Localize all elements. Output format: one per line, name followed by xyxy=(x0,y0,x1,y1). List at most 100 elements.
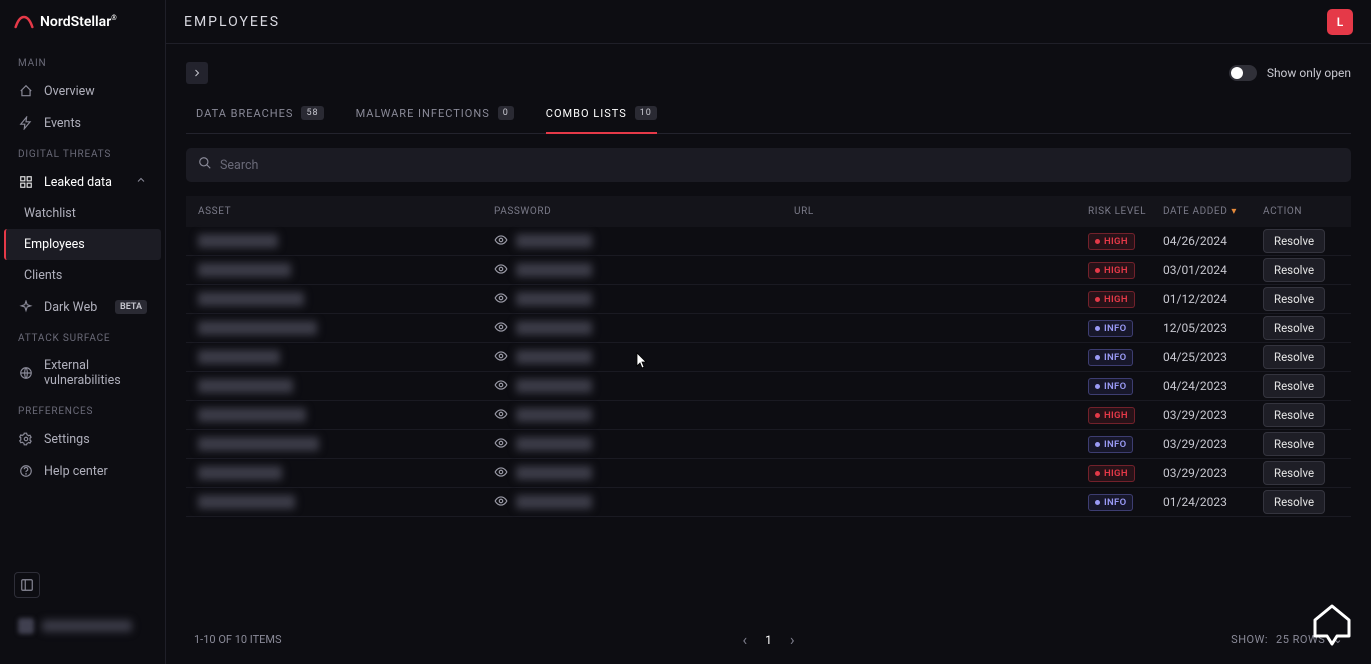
risk-badge: HIGH xyxy=(1088,291,1135,308)
tab-count: 10 xyxy=(635,106,657,120)
topbar: EMPLOYEES L xyxy=(166,0,1371,44)
date-cell: 03/29/2023 xyxy=(1163,408,1263,422)
table-row[interactable]: INFO04/24/2023Resolve xyxy=(186,372,1351,401)
brand-icon xyxy=(14,15,34,29)
section-attack: ATTACK SURFACE xyxy=(0,323,165,350)
sparkle-icon xyxy=(18,299,34,315)
asset-redacted xyxy=(198,466,282,480)
eye-icon[interactable] xyxy=(494,320,508,337)
avatar-button[interactable]: L xyxy=(1327,9,1353,35)
date-cell: 12/05/2023 xyxy=(1163,321,1263,335)
table-row[interactable]: INFO12/05/2023Resolve xyxy=(186,314,1351,343)
eye-icon[interactable] xyxy=(494,349,508,366)
table-row[interactable]: INFO04/25/2023Resolve xyxy=(186,343,1351,372)
nav-label: Events xyxy=(44,116,81,131)
tab-combo-lists[interactable]: COMBO LISTS10 xyxy=(546,106,657,134)
tab-count: 0 xyxy=(498,106,514,120)
col-date[interactable]: DATE ADDED ▾ xyxy=(1163,206,1263,217)
resolve-button[interactable]: Resolve xyxy=(1263,490,1325,514)
table-row[interactable]: HIGH03/01/2024Resolve xyxy=(186,256,1351,285)
resolve-button[interactable]: Resolve xyxy=(1263,229,1325,253)
resolve-button[interactable]: Resolve xyxy=(1263,316,1325,340)
sidebar-item-external-vuln[interactable]: External vulnerabilities xyxy=(0,350,165,396)
col-url[interactable]: URL xyxy=(794,206,1088,217)
user-chip[interactable] xyxy=(14,612,151,640)
search-bar[interactable] xyxy=(186,148,1351,182)
risk-badge: INFO xyxy=(1088,349,1133,366)
risk-badge: HIGH xyxy=(1088,465,1135,482)
globe-icon xyxy=(18,365,34,381)
lightning-icon xyxy=(18,115,34,131)
eye-icon[interactable] xyxy=(494,262,508,279)
expand-filter-button[interactable] xyxy=(186,62,208,84)
tab-malware-infections[interactable]: MALWARE INFECTIONS0 xyxy=(356,106,514,134)
resolve-button[interactable]: Resolve xyxy=(1263,258,1325,282)
eye-icon[interactable] xyxy=(494,233,508,250)
home-icon xyxy=(18,83,34,99)
tab-data-breaches[interactable]: DATA BREACHES58 xyxy=(196,106,324,134)
sidebar-item-clients[interactable]: Clients xyxy=(0,260,165,291)
next-page-button[interactable]: › xyxy=(790,630,795,649)
resolve-button[interactable]: Resolve xyxy=(1263,432,1325,456)
table-row[interactable]: HIGH 03/29/2023Resolve xyxy=(186,401,1351,430)
asset-redacted xyxy=(198,350,280,364)
sidebar-item-settings[interactable]: Settings xyxy=(0,423,165,455)
user-name-redacted xyxy=(42,620,132,632)
search-icon xyxy=(198,156,212,174)
date-cell: 03/29/2023 xyxy=(1163,437,1263,451)
nav-label: Clients xyxy=(24,268,62,283)
sidebar-item-dark-web[interactable]: Dark Web BETA xyxy=(0,291,165,323)
col-risk[interactable]: RISK LEVEL xyxy=(1088,206,1163,217)
resolve-button[interactable]: Resolve xyxy=(1263,287,1325,311)
password-redacted xyxy=(516,321,592,335)
pagination-summary: 1-10 OF 10 ITEMS xyxy=(194,633,282,646)
resolve-button[interactable]: Resolve xyxy=(1263,461,1325,485)
table-row[interactable]: INFO 03/29/2023Resolve xyxy=(186,430,1351,459)
page-title: EMPLOYEES xyxy=(184,14,280,30)
chat-widget-button[interactable] xyxy=(1305,598,1359,652)
search-input[interactable] xyxy=(220,158,1339,173)
col-password[interactable]: PASSWORD xyxy=(494,206,794,217)
password-redacted xyxy=(516,379,592,393)
risk-badge: HIGH xyxy=(1088,233,1135,250)
table-row[interactable]: HIGH04/26/2024Resolve xyxy=(186,227,1351,256)
asset-redacted xyxy=(198,408,306,422)
col-asset[interactable]: ASSET xyxy=(194,206,494,217)
eye-icon[interactable] xyxy=(494,494,508,511)
table-row[interactable]: HIGH03/29/2023Resolve xyxy=(186,459,1351,488)
eye-icon[interactable] xyxy=(494,407,508,424)
sidebar-item-watchlist[interactable]: Watchlist xyxy=(0,198,165,229)
tab-label: DATA BREACHES xyxy=(196,107,293,120)
sidebar-item-overview[interactable]: Overview xyxy=(0,75,165,107)
table-row[interactable]: INFO01/24/2023Resolve xyxy=(186,488,1351,517)
password-redacted xyxy=(516,263,592,277)
beta-badge: BETA xyxy=(115,300,147,314)
risk-badge: HIGH xyxy=(1088,407,1135,424)
nav-label: Overview xyxy=(44,84,95,99)
sidebar-item-help[interactable]: Help center xyxy=(0,455,165,487)
nav-label: Watchlist xyxy=(24,206,76,221)
resolve-button[interactable]: Resolve xyxy=(1263,374,1325,398)
sidebar-item-employees[interactable]: Employees xyxy=(4,229,161,260)
password-redacted xyxy=(516,234,592,248)
eye-icon[interactable] xyxy=(494,378,508,395)
user-avatar-icon xyxy=(18,618,34,634)
eye-icon[interactable] xyxy=(494,291,508,308)
password-redacted xyxy=(516,350,592,364)
asset-redacted xyxy=(198,292,304,306)
table-row[interactable]: HIGH01/12/2024Resolve xyxy=(186,285,1351,314)
section-main: MAIN xyxy=(0,48,165,75)
show-open-toggle[interactable] xyxy=(1229,65,1257,81)
eye-icon[interactable] xyxy=(494,465,508,482)
sidebar-item-events[interactable]: Events xyxy=(0,107,165,139)
content: Show only open DATA BREACHES58MALWARE IN… xyxy=(166,44,1371,664)
prev-page-button[interactable]: ‹ xyxy=(742,630,747,649)
collapse-sidebar-button[interactable] xyxy=(14,572,40,598)
resolve-button[interactable]: Resolve xyxy=(1263,403,1325,427)
page-number: 1 xyxy=(765,633,772,647)
risk-badge: INFO xyxy=(1088,436,1133,453)
password-redacted xyxy=(516,466,592,480)
sidebar-item-leaked-data[interactable]: Leaked data xyxy=(0,166,165,198)
resolve-button[interactable]: Resolve xyxy=(1263,345,1325,369)
eye-icon[interactable] xyxy=(494,436,508,453)
